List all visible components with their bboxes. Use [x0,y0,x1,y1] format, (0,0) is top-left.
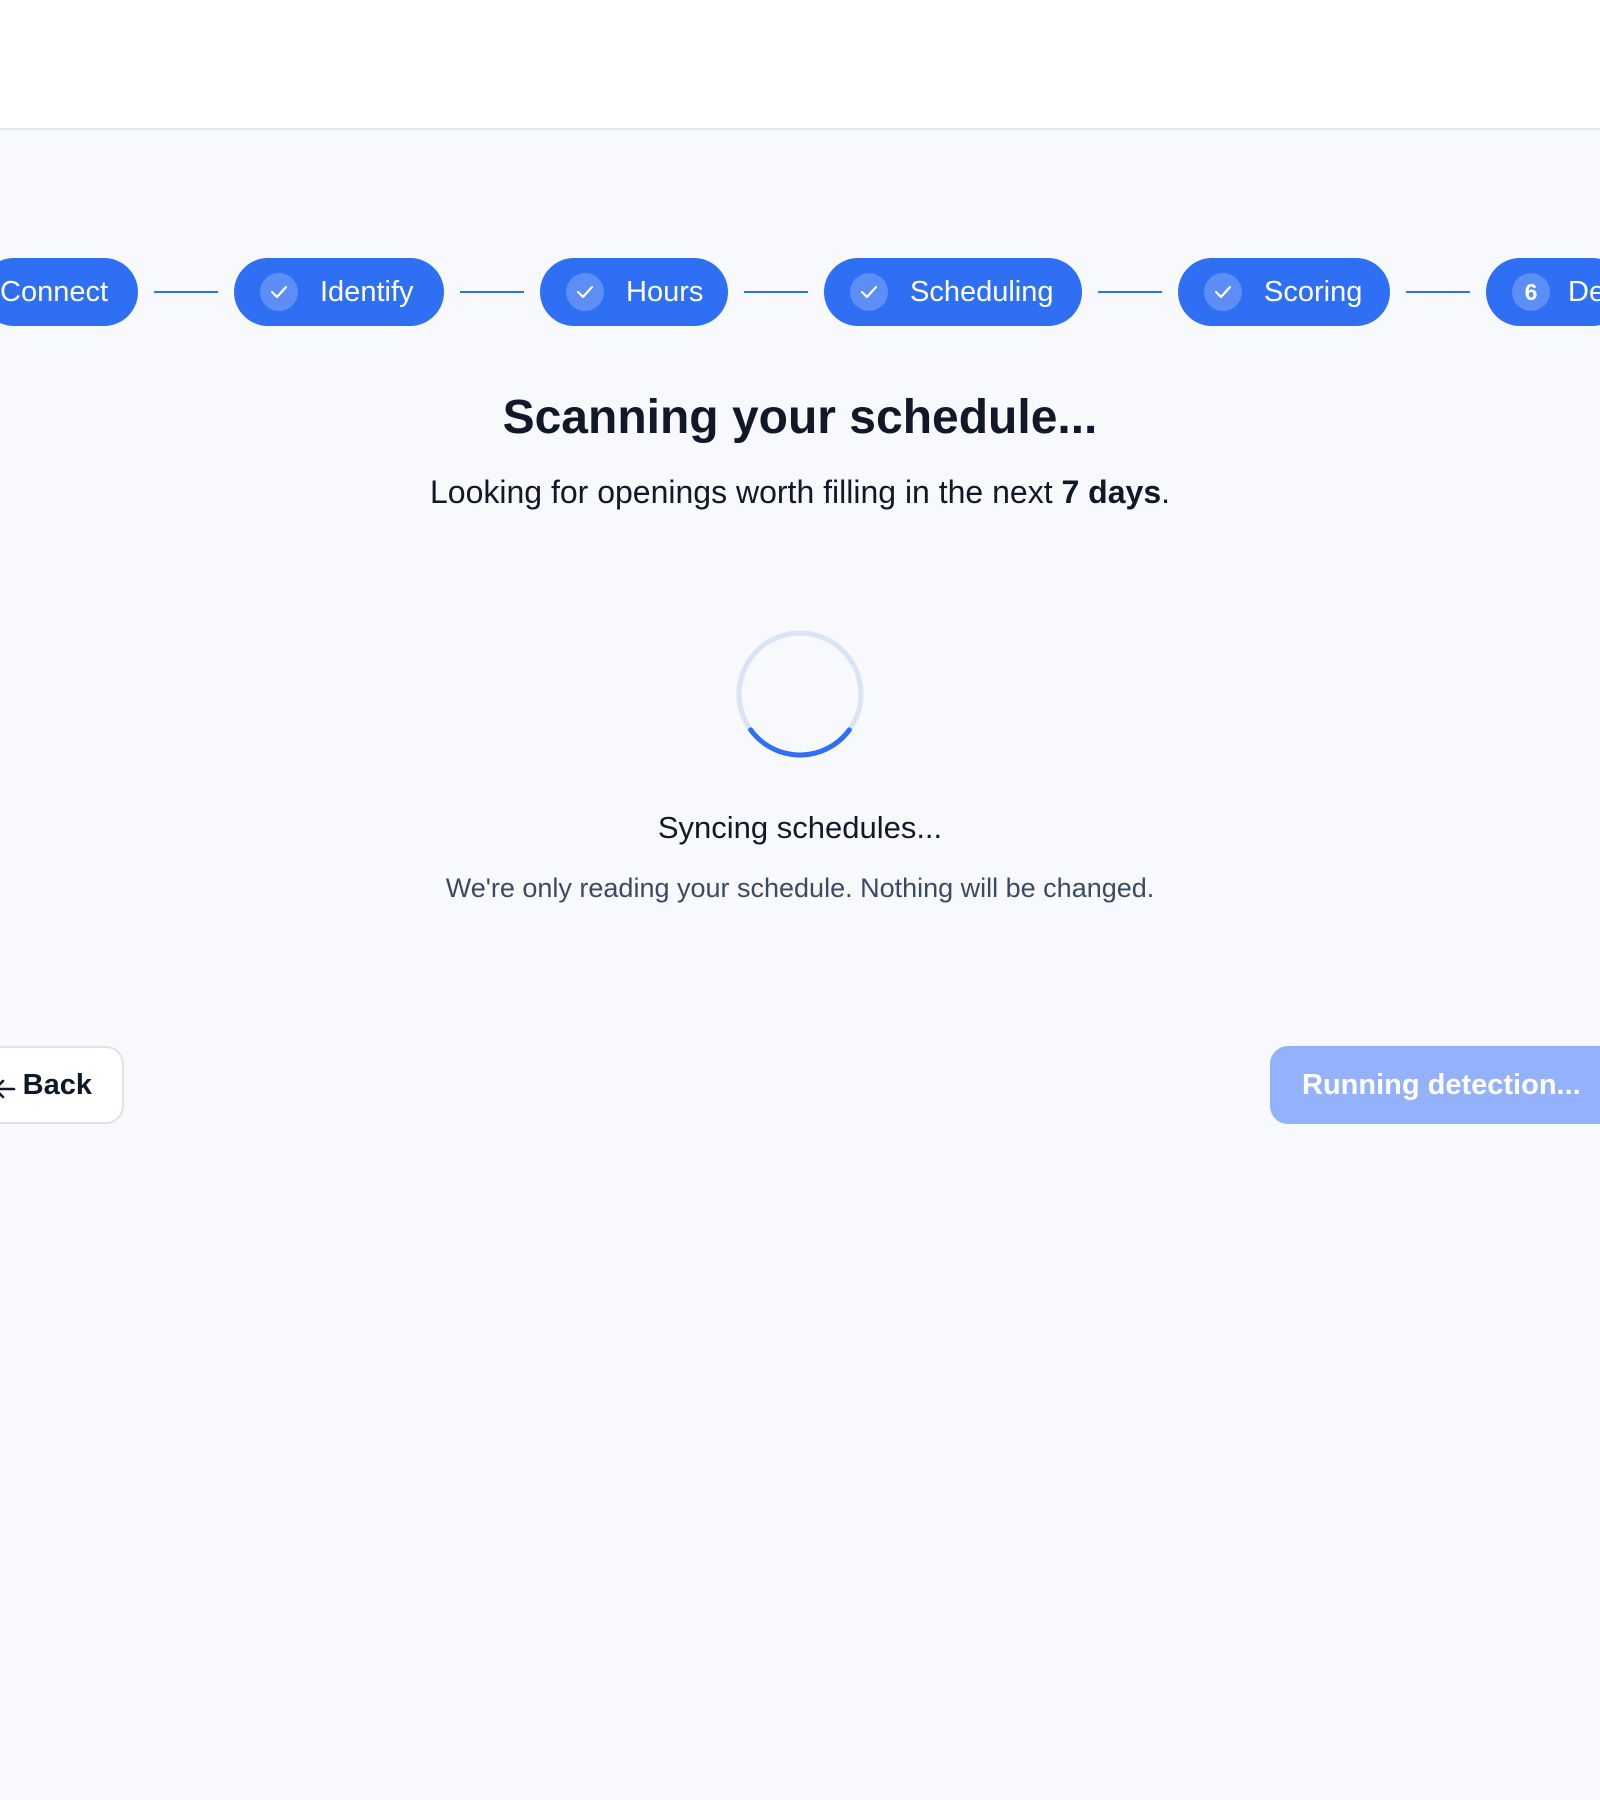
step-hours[interactable]: Hours [540,258,728,326]
page-subtitle: Looking for openings worth filling in th… [0,474,1600,511]
subtitle-emphasis: 7 days [1061,474,1162,510]
step-scheduling[interactable]: Scheduling [824,258,1082,326]
step-label: Identify [320,275,414,308]
step-connector [744,291,808,293]
step-scoring[interactable]: Scoring [1178,258,1390,326]
loading-spinner [736,630,864,758]
top-header-bar [0,0,1600,130]
subtitle-suffix: . [1161,474,1170,510]
step-label: Scoring [1264,275,1363,308]
step-connect[interactable]: Connect [0,258,138,326]
step-connector [1406,291,1470,293]
step-identify[interactable]: Identify [234,258,444,326]
step-label: Connect [0,275,109,308]
check-icon [260,273,298,311]
step-label: Scheduling [910,275,1054,308]
back-button-label: Back [22,1068,92,1101]
check-icon [850,273,888,311]
page-title: Scanning your schedule... [502,391,1098,444]
subtitle-text: Looking for openings worth filling in th… [429,474,1062,510]
info-note: We're only reading your schedule. Nothin… [445,873,1155,903]
primary-button-label: Running detection... [1302,1068,1581,1101]
spinner-arc [736,630,864,758]
step-current[interactable]: 6 De [1486,258,1600,326]
status-text: Syncing schedules... [657,810,943,845]
back-button[interactable]: Back [0,1046,124,1124]
arrow-left-icon [0,1075,16,1108]
step-label: De [1568,275,1600,308]
step-connector [154,291,218,293]
step-connector [1098,291,1162,293]
check-icon [566,273,604,311]
progress-stepper: Connect Identify Hours Scheduling Scorin… [0,258,1600,326]
step-label: Hours [626,275,704,308]
check-icon [1204,273,1242,311]
step-number: 6 [1512,273,1550,311]
step-connector [460,291,524,293]
running-detection-button[interactable]: Running detection... [1270,1046,1600,1124]
